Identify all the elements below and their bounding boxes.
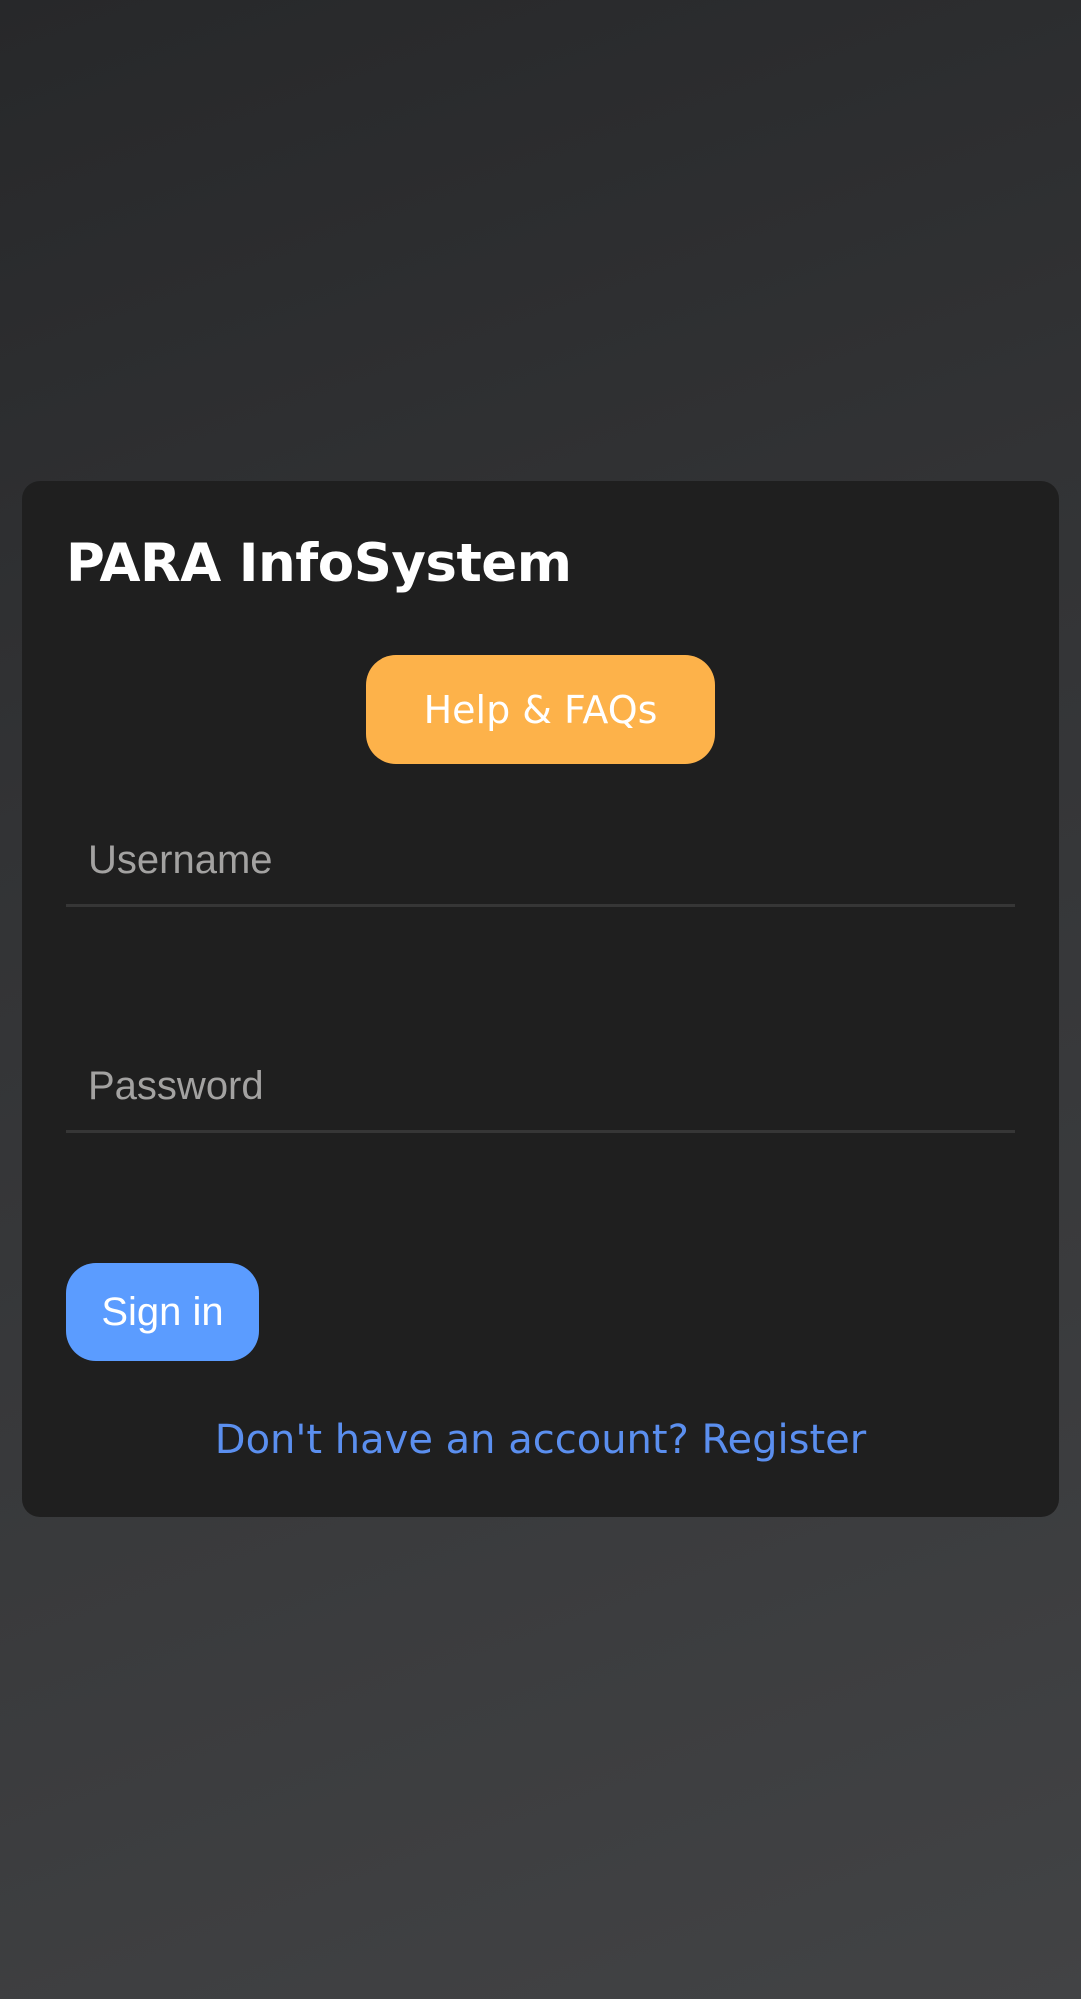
login-card: PARA InfoSystem Help & FAQs Sign in Don'… [22,481,1059,1517]
register-link[interactable]: Don't have an account? Register [22,1416,1059,1464]
username-input[interactable] [66,817,1015,904]
username-field [66,817,1015,907]
help-faqs-button[interactable]: Help & FAQs [366,655,715,764]
password-input[interactable] [66,1043,1015,1130]
app-title: PARA InfoSystem [66,533,572,594]
password-field [66,1043,1015,1133]
sign-in-button[interactable]: Sign in [66,1263,259,1361]
